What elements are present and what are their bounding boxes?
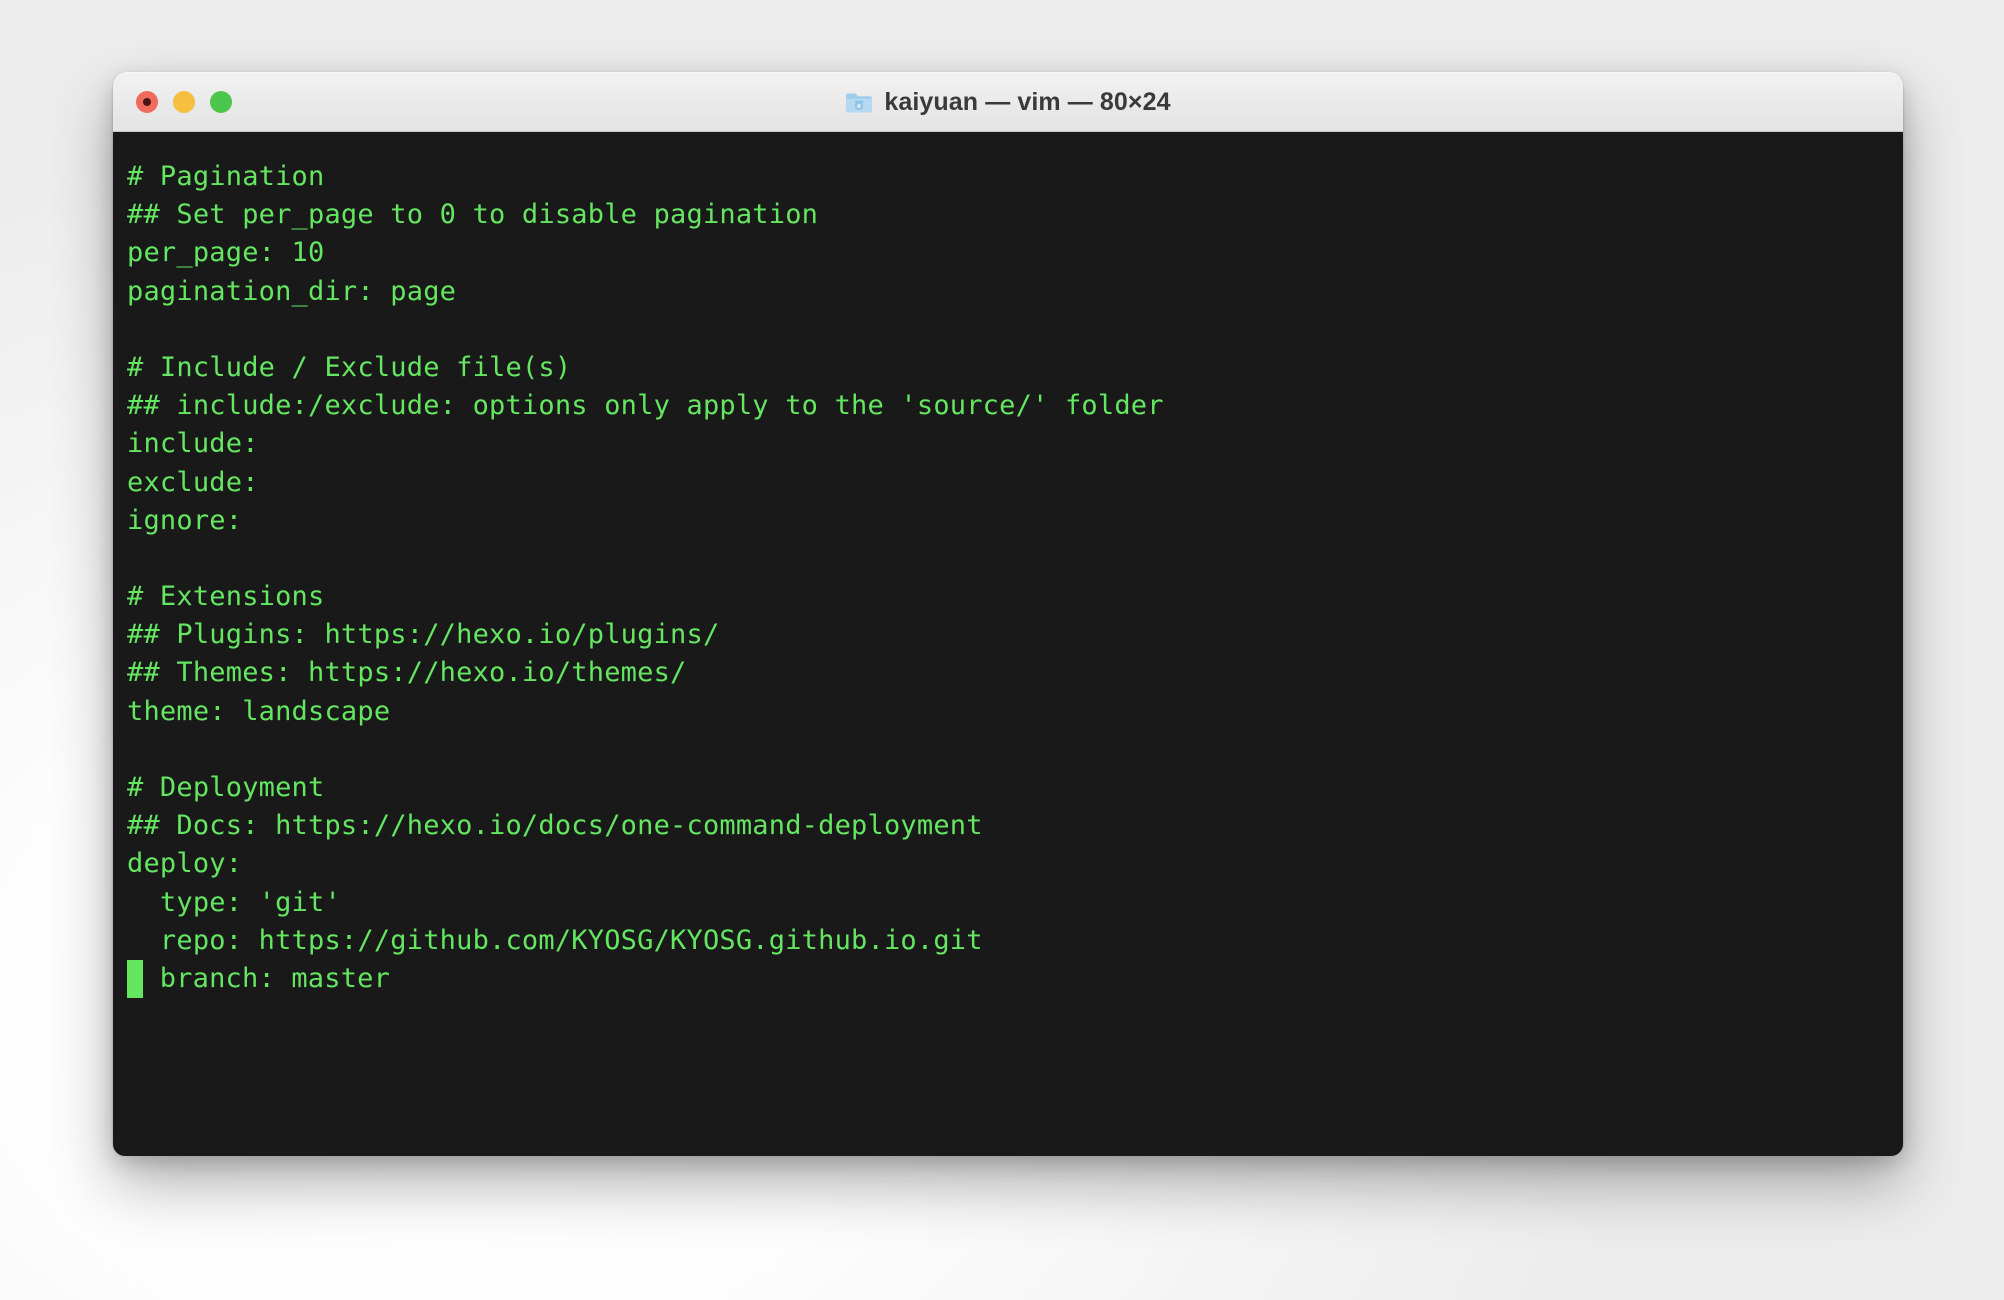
terminal-line: # Pagination	[127, 161, 325, 192]
window-controls	[136, 73, 232, 131]
terminal-line: include:	[127, 428, 259, 460]
terminal-text: # Pagination ## Set per_page to 0 to disa…	[113, 158, 1903, 999]
terminal-screen[interactable]: # Pagination ## Set per_page to 0 to disa…	[113, 132, 1903, 1156]
terminal-line: ## include:/exclude: options only apply …	[127, 390, 1164, 422]
close-button[interactable]	[136, 91, 158, 113]
terminal-line: repo: https://github.com/KYOSG/KYOSG.git…	[127, 924, 983, 956]
terminal-window: kaiyuan — vim — 80×24 # Pagination ## Set…	[113, 72, 1903, 1156]
terminal-line: type: 'git'	[127, 886, 341, 918]
terminal-line: # Extensions	[127, 581, 325, 613]
zoom-button[interactable]	[210, 91, 232, 113]
terminal-line: ## Plugins: https://hexo.io/plugins/	[127, 619, 720, 651]
terminal-line: branch: master	[127, 959, 1903, 999]
folder-icon	[845, 91, 873, 114]
terminal-line: theme: landscape	[127, 695, 391, 727]
terminal-line: deploy:	[127, 848, 243, 880]
terminal-line: per_page: 10	[127, 237, 325, 269]
terminal-line: ## Themes: https://hexo.io/themes/	[127, 657, 687, 689]
window-title: kaiyuan — vim — 80×24	[884, 87, 1171, 116]
terminal-line: # Deployment	[127, 772, 325, 803]
terminal-line: exclude:	[127, 466, 259, 498]
terminal-line: # Include / Exclude file(s)	[127, 351, 572, 383]
terminal-line: ignore:	[127, 504, 243, 536]
screen: kaiyuan — vim — 80×24 # Pagination ## Set…	[0, 0, 2004, 1300]
minimize-button[interactable]	[173, 91, 195, 113]
window-titlebar[interactable]: kaiyuan — vim — 80×24	[113, 72, 1903, 132]
terminal-line-text: branch: master	[143, 962, 391, 994]
window-title-group: kaiyuan — vim — 80×24	[113, 73, 1903, 131]
terminal-line: ## Set per_page to 0 to disable paginati…	[127, 199, 819, 231]
terminal-cursor	[127, 959, 144, 999]
terminal-line: pagination_dir: page	[127, 275, 457, 307]
terminal-line: ## Docs: https://hexo.io/docs/one-comman…	[127, 810, 983, 842]
